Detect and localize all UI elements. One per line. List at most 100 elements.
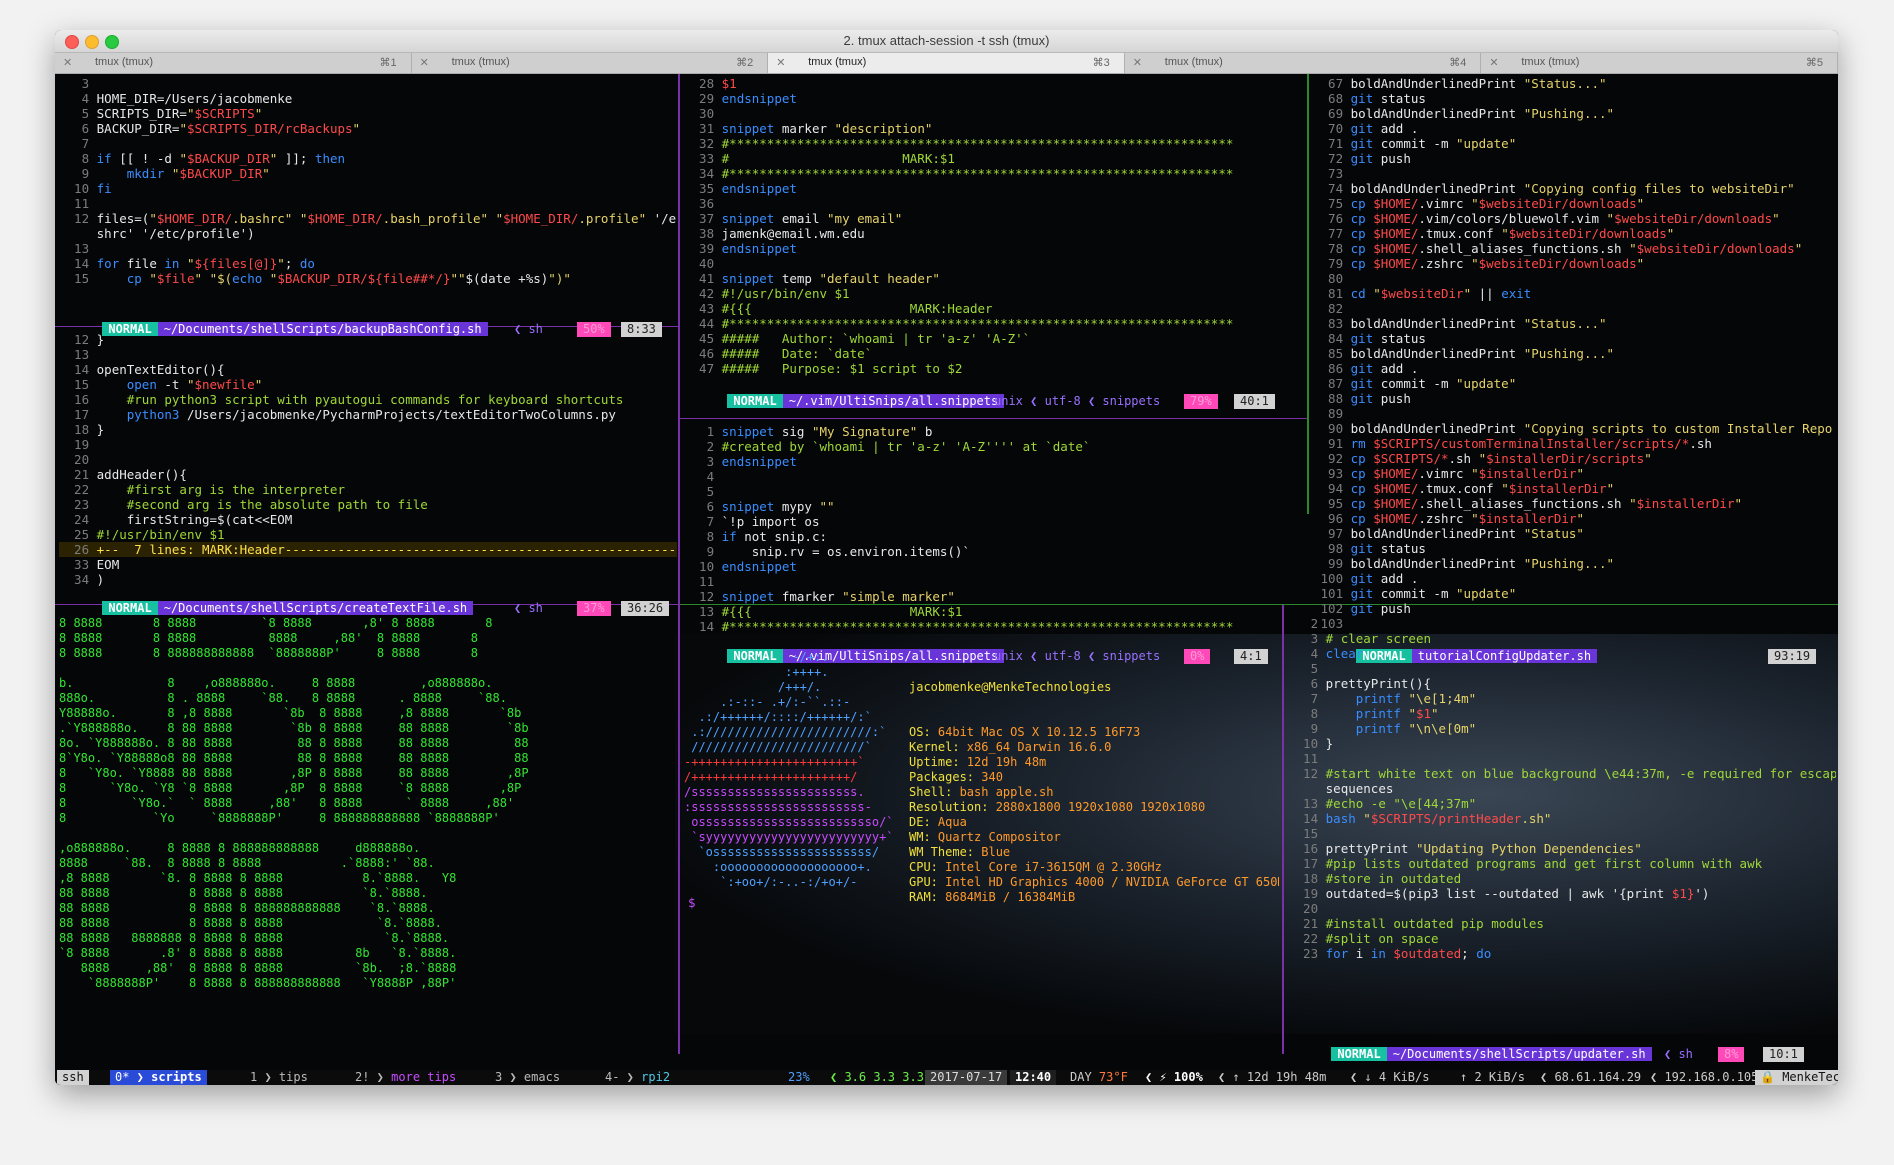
- code-line[interactable]: 4 HOME_DIR=/Users/jacobmenke: [59, 91, 677, 106]
- neofetch-pane[interactable]: -/+:. :++++. /+++/. .:-::- .+/:-``.::- .…: [684, 650, 1279, 1050]
- code-line[interactable]: 20: [59, 452, 677, 467]
- code-line[interactable]: 34 ): [59, 572, 677, 587]
- editor-pane-snippets-top[interactable]: 28 $1 29 endsnippet 30 31 snippet marker…: [684, 76, 1304, 380]
- code-line[interactable]: 75 cp $HOME/.vimrc "$websiteDir/download…: [1313, 196, 1833, 211]
- code-line[interactable]: 102 git push: [1313, 601, 1833, 616]
- shell-prompt[interactable]: $: [688, 895, 696, 910]
- code-line[interactable]: 101 git commit -m "update": [1313, 586, 1833, 601]
- code-line[interactable]: 31 snippet marker "description": [684, 121, 1304, 136]
- code-line[interactable]: 37 snippet email "my email": [684, 211, 1304, 226]
- tab-4[interactable]: ✕ tmux (tmux) ⌘4: [1125, 53, 1482, 73]
- code-line[interactable]: 76 cp $HOME/.vim/colors/bluewolf.vim "$w…: [1313, 211, 1833, 226]
- tmux-window-active[interactable]: 0* ❯ scripts: [110, 1070, 207, 1085]
- code-line[interactable]: 17 #pip lists outdated programs and get …: [1288, 856, 1836, 871]
- code-line[interactable]: 18 }: [59, 422, 677, 437]
- code-line[interactable]: 12 snippet fmarker "simple marker": [684, 589, 1304, 604]
- code-line[interactable]: 8 if not snip.c:: [684, 529, 1304, 544]
- code-line[interactable]: 12 #start white text on blue background …: [1288, 766, 1836, 781]
- code-line[interactable]: 100 git add .: [1313, 571, 1833, 586]
- code-line[interactable]: 15: [1288, 826, 1836, 841]
- code-line[interactable]: 38 jamenk@email.wm.edu: [684, 226, 1304, 241]
- code-line[interactable]: 2: [1288, 616, 1836, 631]
- code-line[interactable]: 39 endsnippet: [684, 241, 1304, 256]
- code-line[interactable]: 14 bash "$SCRIPTS/printHeader.sh": [1288, 811, 1836, 826]
- tab-5[interactable]: ✕ tmux (tmux) ⌘5: [1481, 53, 1838, 73]
- code-line[interactable]: 47 ##### Purpose: $1 script to $2: [684, 361, 1304, 376]
- code-line[interactable]: 6 snippet mypy "": [684, 499, 1304, 514]
- code-line[interactable]: 10 endsnippet: [684, 559, 1304, 574]
- code-line[interactable]: 91 rm $SCRIPTS/customTerminalInstaller/s…: [1313, 436, 1833, 451]
- tab-2[interactable]: ✕ tmux (tmux) ⌘2: [412, 53, 769, 73]
- terminal-area[interactable]: 3 4 HOME_DIR=/Users/jacobmenke 5 SCRIPTS…: [55, 74, 1838, 1085]
- editor-pane-backup[interactable]: 3 4 HOME_DIR=/Users/jacobmenke 5 SCRIPTS…: [59, 76, 677, 308]
- code-line[interactable]: 42 #!/usr/bin/env $1: [684, 286, 1304, 301]
- tmux-session-name[interactable]: ssh: [57, 1070, 89, 1085]
- code-line[interactable]: 41 snippet temp "default header": [684, 271, 1304, 286]
- code-line[interactable]: 78 cp $HOME/.shell_aliases_functions.sh …: [1313, 241, 1833, 256]
- code-line[interactable]: 16 #run python3 script with pyautogui co…: [59, 392, 677, 407]
- code-line[interactable]: 2 #created by `whoami | tr 'a-z' 'A-Z'''…: [684, 439, 1304, 454]
- code-line[interactable]: 5 SCRIPTS_DIR="$SCRIPTS": [59, 106, 677, 121]
- code-line[interactable]: 81 cd "$websiteDir" || exit: [1313, 286, 1833, 301]
- code-line[interactable]: 80: [1313, 271, 1833, 286]
- tmux-window[interactable]: 3 ❯ emacs: [490, 1070, 565, 1085]
- code-line[interactable]: 92 cp $SCRIPTS/*.sh "$installerDir/scrip…: [1313, 451, 1833, 466]
- code-line[interactable]: 7 `!p import os: [684, 514, 1304, 529]
- code-line[interactable]: 10 }: [1288, 736, 1836, 751]
- code-line[interactable]: 24 firstString=$(cat<<EOM: [59, 512, 677, 527]
- code-line[interactable]: sequences: [1288, 781, 1836, 796]
- tab-close-icon[interactable]: ✕: [1489, 56, 1498, 69]
- code-line[interactable]: 95 cp $HOME/.shell_aliases_functions.sh …: [1313, 496, 1833, 511]
- code-line[interactable]: 34 #************************************…: [684, 166, 1304, 181]
- code-line[interactable]: 14 openTextEditor(){: [59, 362, 677, 377]
- editor-pane-updater-top[interactable]: 67 boldAndUnderlinedPrint "Status..." 68…: [1313, 76, 1833, 636]
- code-line[interactable]: 6 prettyPrint(){: [1288, 676, 1836, 691]
- code-line[interactable]: 11: [1288, 751, 1836, 766]
- code-line[interactable]: 93 cp $HOME/.vimrc "$installerDir": [1313, 466, 1833, 481]
- tmux-window[interactable]: 4- ❯ rpi2: [600, 1070, 675, 1085]
- code-line[interactable]: 28 $1: [684, 76, 1304, 91]
- code-line[interactable]: 14 #************************************…: [684, 619, 1304, 634]
- code-line[interactable]: 12 }: [59, 332, 677, 347]
- pane-divider[interactable]: [680, 418, 1307, 419]
- code-line[interactable]: 13: [59, 347, 677, 362]
- pane-divider[interactable]: [1282, 604, 1284, 1054]
- code-line[interactable]: 19 outdated=$(pip3 list --outdated | awk…: [1288, 886, 1836, 901]
- code-line[interactable]: 30: [684, 106, 1304, 121]
- code-line[interactable]: 45 ##### Author: `whoami | tr 'a-z' 'A-Z…: [684, 331, 1304, 346]
- code-line[interactable]: 22 #first arg is the interpreter: [59, 482, 677, 497]
- code-line[interactable]: 46 ##### Date: `date`: [684, 346, 1304, 361]
- tab-1[interactable]: ✕ tmux (tmux) ⌘1: [55, 53, 412, 73]
- code-line[interactable]: 4: [684, 469, 1304, 484]
- code-line[interactable]: 18 #store in outdated: [1288, 871, 1836, 886]
- code-line[interactable]: 14 for file in "${files[@]}"; do: [59, 256, 677, 271]
- tab-close-icon[interactable]: ✕: [1133, 56, 1142, 69]
- code-line[interactable]: 83 boldAndUnderlinedPrint "Status...": [1313, 316, 1833, 331]
- code-line[interactable]: 73: [1313, 166, 1833, 181]
- code-line[interactable]: 84 git status: [1313, 331, 1833, 346]
- code-line[interactable]: 13 #{{{ MARK:$1: [684, 604, 1304, 619]
- code-line[interactable]: 15 cp "$file" "$(echo "$BACKUP_DIR/${fil…: [59, 271, 677, 286]
- tab-close-icon[interactable]: ✕: [420, 56, 429, 69]
- tmux-window[interactable]: 2! ❯ more tips: [350, 1070, 461, 1085]
- code-line[interactable]: 16 prettyPrint "Updating Python Dependen…: [1288, 841, 1836, 856]
- code-line[interactable]: 44 #************************************…: [684, 316, 1304, 331]
- code-line[interactable]: 15 open -t "$newfile": [59, 377, 677, 392]
- code-line[interactable]: 98 git status: [1313, 541, 1833, 556]
- code-line[interactable]: 11: [684, 574, 1304, 589]
- tab-close-icon[interactable]: ✕: [776, 56, 785, 69]
- code-line[interactable]: 26 +-- 7 lines: MARK:Header-------------…: [59, 542, 677, 557]
- code-line[interactable]: 11: [59, 196, 677, 211]
- code-line[interactable]: 33 # MARK:$1: [684, 151, 1304, 166]
- code-line[interactable]: 70 git add .: [1313, 121, 1833, 136]
- editor-pane-updater-bottom[interactable]: 2 3 # clear screen 4 clear 5 6 prettyPri…: [1288, 616, 1836, 1016]
- code-line[interactable]: 8 printf "$1": [1288, 706, 1836, 721]
- code-line[interactable]: 7: [59, 136, 677, 151]
- code-line[interactable]: 9 mkdir "$BACKUP_DIR": [59, 166, 677, 181]
- code-line[interactable]: 8 if [[ ! -d "$BACKUP_DIR" ]]; then: [59, 151, 677, 166]
- code-line[interactable]: 90 boldAndUnderlinedPrint "Copying scrip…: [1313, 421, 1833, 436]
- code-line[interactable]: 89: [1313, 406, 1833, 421]
- code-line[interactable]: shrc' '/etc/profile'): [59, 226, 677, 241]
- code-line[interactable]: 35 endsnippet: [684, 181, 1304, 196]
- tab-3[interactable]: ✕ tmux (tmux) ⌘3: [768, 53, 1125, 73]
